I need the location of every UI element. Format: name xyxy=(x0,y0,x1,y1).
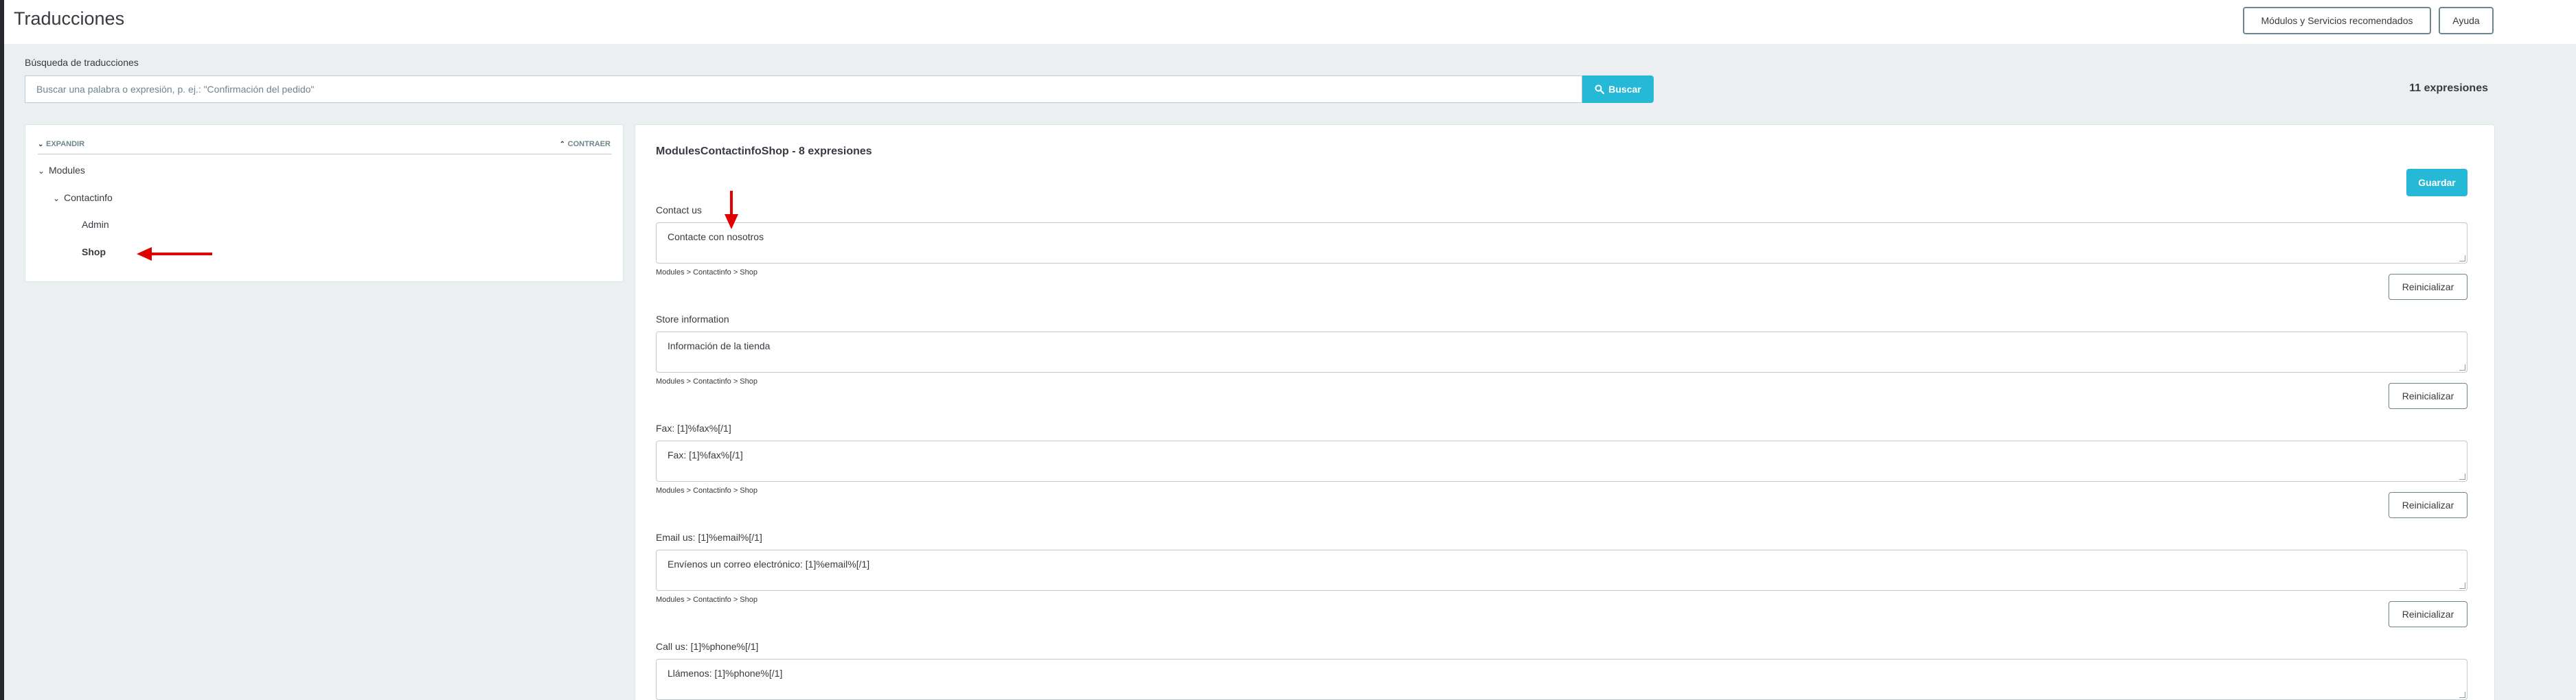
field-label-contact-us: Contact us xyxy=(656,205,702,215)
chevron-up-icon: ⌃ xyxy=(559,141,566,148)
save-button[interactable]: Guardar xyxy=(2406,169,2467,196)
field-path: Modules > Contactinfo > Shop xyxy=(656,377,757,386)
tree-node-modules-label: Modules xyxy=(49,165,85,176)
expressions-count: 11 expresiones xyxy=(2409,82,2488,94)
translation-field-contact-us[interactable]: Contacte con nosotros xyxy=(656,222,2467,264)
translation-tree-panel: ⌄ EXPANDIR ⌃ CONTRAER ⌄ Modules ⌄ Contactinf… xyxy=(25,124,624,282)
annotation-arrow-left xyxy=(137,247,212,261)
reset-button[interactable]: Reinicializar xyxy=(2389,601,2467,627)
field-label-call-us: Call us: [1]%phone%[/1] xyxy=(656,641,759,652)
tree-node-contactinfo-label: Contactinfo xyxy=(64,192,113,203)
search-label: Búsqueda de traducciones xyxy=(25,57,139,68)
chevron-down-icon: ⌄ xyxy=(38,166,45,176)
field-path: Modules > Contactinfo > Shop xyxy=(656,487,757,495)
field-path: Modules > Contactinfo > Shop xyxy=(656,596,757,604)
tree-node-shop[interactable]: Shop xyxy=(82,246,106,257)
tree-node-admin[interactable]: Admin xyxy=(82,219,109,230)
collapse-label: CONTRAER xyxy=(567,140,611,148)
search-input[interactable] xyxy=(25,75,1582,103)
translation-field-store-information[interactable]: Información de la tienda xyxy=(656,331,2467,373)
tree-node-contactinfo[interactable]: ⌄ Contactinfo xyxy=(53,192,113,203)
reset-button[interactable]: Reinicializar xyxy=(2389,383,2467,409)
tree-node-modules[interactable]: ⌄ Modules xyxy=(38,165,85,176)
field-label-email-us: Email us: [1]%email%[/1] xyxy=(656,532,762,543)
translation-field-fax[interactable]: Fax: [1]%fax%[/1] xyxy=(656,441,2467,482)
search-icon xyxy=(1595,84,1605,94)
field-label-store-information: Store information xyxy=(656,314,729,325)
annotation-arrow-down xyxy=(725,191,738,229)
chevron-down-icon: ⌄ xyxy=(53,194,60,203)
search-button[interactable]: Buscar xyxy=(1582,75,1654,103)
reset-button[interactable]: Reinicializar xyxy=(2389,274,2467,300)
translation-field-call-us[interactable]: Llámenos: [1]%phone%[/1] xyxy=(656,659,2467,700)
field-label-fax: Fax: [1]%fax%[/1] xyxy=(656,423,731,434)
translation-field-email-us[interactable]: Envíenos un correo electrónico: [1]%emai… xyxy=(656,550,2467,591)
expand-label: EXPANDIR xyxy=(46,140,85,148)
collapse-all-toggle[interactable]: ⌃ CONTRAER xyxy=(560,140,611,148)
search-button-label: Buscar xyxy=(1608,84,1641,95)
reset-button[interactable]: Reinicializar xyxy=(2389,492,2467,518)
chevron-down-icon: ⌄ xyxy=(38,141,44,148)
field-path: Modules > Contactinfo > Shop xyxy=(656,268,757,277)
section-title: ModulesContactinfoShop - 8 expresiones xyxy=(656,145,872,157)
page-header: Traducciones Módulos y Servicios recomen… xyxy=(4,0,2576,44)
recommended-modules-button[interactable]: Módulos y Servicios recomendados xyxy=(2243,7,2431,34)
expand-all-toggle[interactable]: ⌄ EXPANDIR xyxy=(38,140,84,148)
translations-editor-panel: ModulesContactinfoShop - 8 expresiones G… xyxy=(635,124,2495,700)
left-edge-bar xyxy=(0,0,4,700)
page-title: Traducciones xyxy=(14,8,125,29)
help-button[interactable]: Ayuda xyxy=(2439,7,2494,34)
